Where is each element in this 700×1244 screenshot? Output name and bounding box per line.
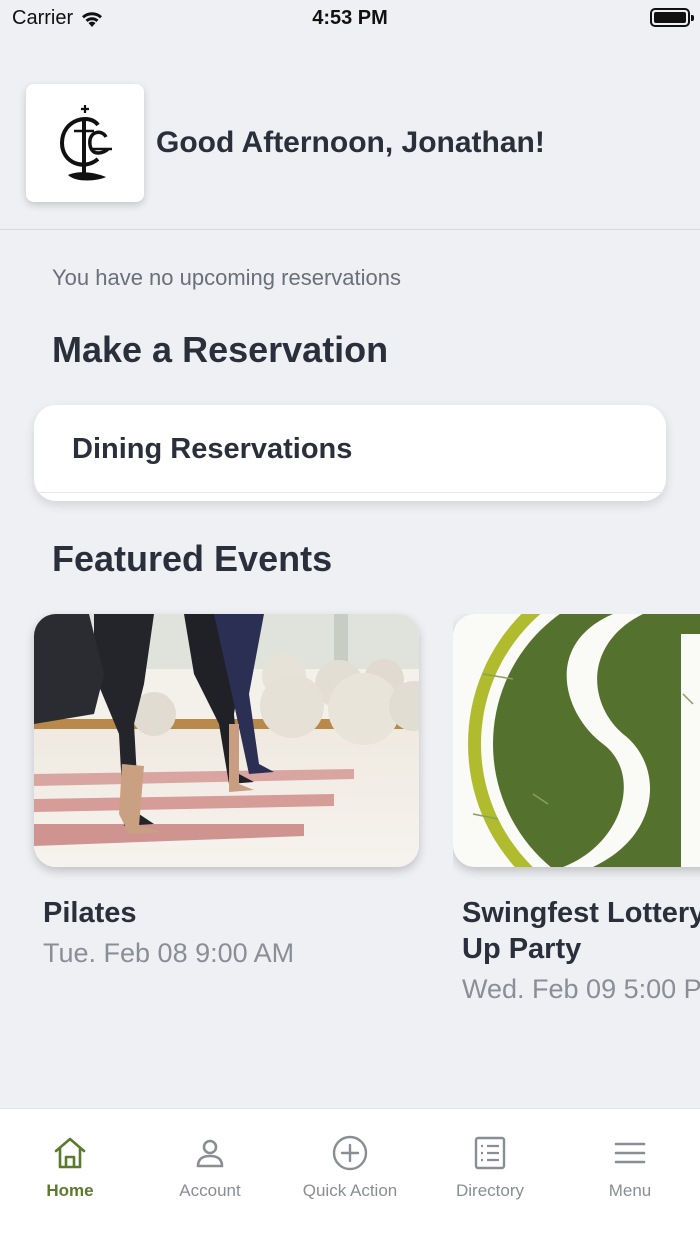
swingfest-event-image: [453, 614, 700, 867]
battery-icon: [650, 8, 694, 27]
dining-reservations-button[interactable]: Dining Reservations: [34, 405, 666, 501]
list-icon: [474, 1136, 506, 1170]
home-icon: [54, 1137, 86, 1169]
tab-bar: Home Account Quick Action Directory Menu: [0, 1108, 700, 1244]
tab-account-label: Account: [179, 1181, 241, 1200]
tab-account[interactable]: Account: [140, 1133, 280, 1201]
club-monogram-logo: [59, 105, 112, 181]
dining-reservations-label: Dining Reservations: [72, 433, 353, 465]
plus-circle-icon: [332, 1135, 368, 1171]
make-reservation-heading: Make a Reservation: [52, 329, 389, 370]
pilates-event-image: [34, 614, 419, 867]
event-title: Pilates: [43, 897, 137, 929]
event-date: Tue. Feb 08 9:00 AM: [43, 938, 295, 968]
card-divider: [34, 492, 666, 493]
tab-quick-action-label: Quick Action: [302, 1181, 398, 1200]
header-divider: [0, 229, 700, 230]
no-reservations-message: You have no upcoming reservations: [52, 265, 401, 290]
tab-menu[interactable]: Menu: [560, 1133, 700, 1201]
person-icon: [196, 1139, 224, 1168]
tab-directory[interactable]: Directory: [420, 1133, 560, 1201]
club-logo[interactable]: [26, 84, 144, 202]
clock: 4:53 PM: [312, 7, 388, 29]
featured-events-heading: Featured Events: [52, 538, 333, 579]
tab-quick-action[interactable]: Quick Action: [280, 1133, 420, 1201]
event-title-line-2: Up Party: [462, 933, 582, 965]
event-card-swingfest[interactable]: Swingfest Lottery Up Party Wed. Feb 09 5…: [453, 614, 700, 1014]
tab-home-label: Home: [46, 1181, 94, 1200]
tab-menu-label: Menu: [608, 1181, 652, 1200]
event-title-line-1: Swingfest Lottery: [462, 897, 700, 929]
event-date: Wed. Feb 09 5:00 PM: [462, 974, 700, 1004]
header: Good Afternoon, Jonathan!: [0, 84, 700, 204]
status-bar: Carrier 4:53 PM: [0, 0, 700, 36]
event-title: Swingfest Lottery Up Party: [462, 895, 700, 967]
tab-directory-label: Directory: [455, 1181, 524, 1200]
greeting-text: Good Afternoon, Jonathan!: [156, 126, 545, 159]
event-card-pilates[interactable]: Pilates Tue. Feb 08 9:00 AM: [34, 614, 434, 968]
tab-home[interactable]: Home: [0, 1133, 140, 1201]
hamburger-icon: [614, 1142, 646, 1164]
